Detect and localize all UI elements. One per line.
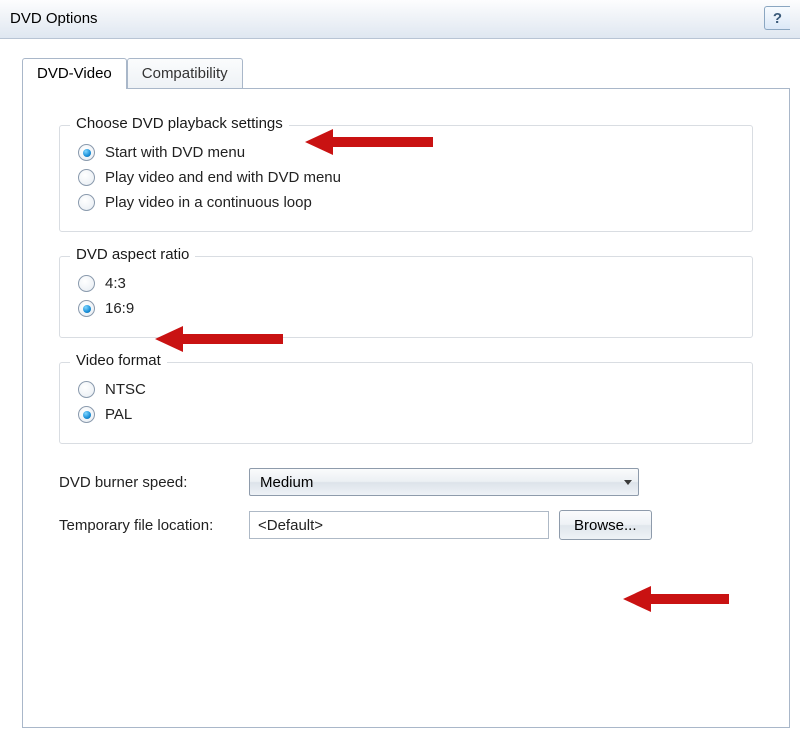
radio-continuous-loop[interactable] bbox=[78, 194, 95, 211]
help-icon: ? bbox=[773, 10, 782, 27]
radio-pal[interactable] bbox=[78, 406, 95, 423]
content-area: DVD-Video Compatibility Choose DVD playb… bbox=[0, 39, 800, 738]
radio-row-ntsc[interactable]: NTSC bbox=[78, 377, 734, 402]
group-legend: DVD aspect ratio bbox=[70, 246, 195, 263]
dropdown-value: Medium bbox=[260, 474, 313, 491]
group-playback-settings: Choose DVD playback settings Start with … bbox=[59, 125, 753, 232]
temp-location-field[interactable]: <Default> bbox=[249, 511, 549, 539]
tab-label: Compatibility bbox=[142, 65, 228, 82]
browse-button[interactable]: Browse... bbox=[559, 510, 652, 540]
radio-label: PAL bbox=[105, 406, 132, 423]
row-burner-speed: DVD burner speed: Medium bbox=[59, 468, 753, 496]
radio-row-play-end-menu[interactable]: Play video and end with DVD menu bbox=[78, 165, 734, 190]
titlebar: DVD Options ? bbox=[0, 0, 800, 39]
tabstrip: DVD-Video Compatibility bbox=[22, 57, 790, 88]
group-legend: Video format bbox=[70, 352, 167, 369]
burner-speed-label: DVD burner speed: bbox=[59, 474, 249, 491]
radio-play-end-menu[interactable] bbox=[78, 169, 95, 186]
radio-row-pal[interactable]: PAL bbox=[78, 402, 734, 427]
help-button[interactable]: ? bbox=[764, 6, 790, 30]
group-aspect-ratio: DVD aspect ratio 4:3 16:9 bbox=[59, 256, 753, 338]
radio-row-continuous-loop[interactable]: Play video in a continuous loop bbox=[78, 190, 734, 215]
radio-row-4-3[interactable]: 4:3 bbox=[78, 271, 734, 296]
window-title: DVD Options bbox=[10, 10, 98, 27]
tab-dvd-video[interactable]: DVD-Video bbox=[22, 58, 127, 89]
radio-label: Play video in a continuous loop bbox=[105, 194, 312, 211]
browse-button-label: Browse... bbox=[574, 517, 637, 534]
temp-location-label: Temporary file location: bbox=[59, 517, 249, 534]
radio-start-with-menu[interactable] bbox=[78, 144, 95, 161]
tab-label: DVD-Video bbox=[37, 65, 112, 82]
row-temp-location: Temporary file location: <Default> Brows… bbox=[59, 510, 753, 540]
burner-speed-dropdown[interactable]: Medium bbox=[249, 468, 639, 496]
radio-ntsc[interactable] bbox=[78, 381, 95, 398]
radio-label: Start with DVD menu bbox=[105, 144, 245, 161]
tabpanel-dvd-video: Choose DVD playback settings Start with … bbox=[22, 88, 790, 728]
radio-row-16-9[interactable]: 16:9 bbox=[78, 296, 734, 321]
radio-label: Play video and end with DVD menu bbox=[105, 169, 341, 186]
radio-label: 16:9 bbox=[105, 300, 134, 317]
radio-label: NTSC bbox=[105, 381, 146, 398]
radio-label: 4:3 bbox=[105, 275, 126, 292]
group-legend: Choose DVD playback settings bbox=[70, 115, 289, 132]
temp-location-value: <Default> bbox=[258, 517, 323, 534]
tab-compatibility[interactable]: Compatibility bbox=[127, 58, 243, 88]
chevron-down-icon bbox=[624, 480, 632, 485]
radio-4-3[interactable] bbox=[78, 275, 95, 292]
annotation-arrow-icon bbox=[623, 586, 729, 612]
radio-16-9[interactable] bbox=[78, 300, 95, 317]
radio-row-start-with-menu[interactable]: Start with DVD menu bbox=[78, 140, 734, 165]
group-video-format: Video format NTSC PAL bbox=[59, 362, 753, 444]
